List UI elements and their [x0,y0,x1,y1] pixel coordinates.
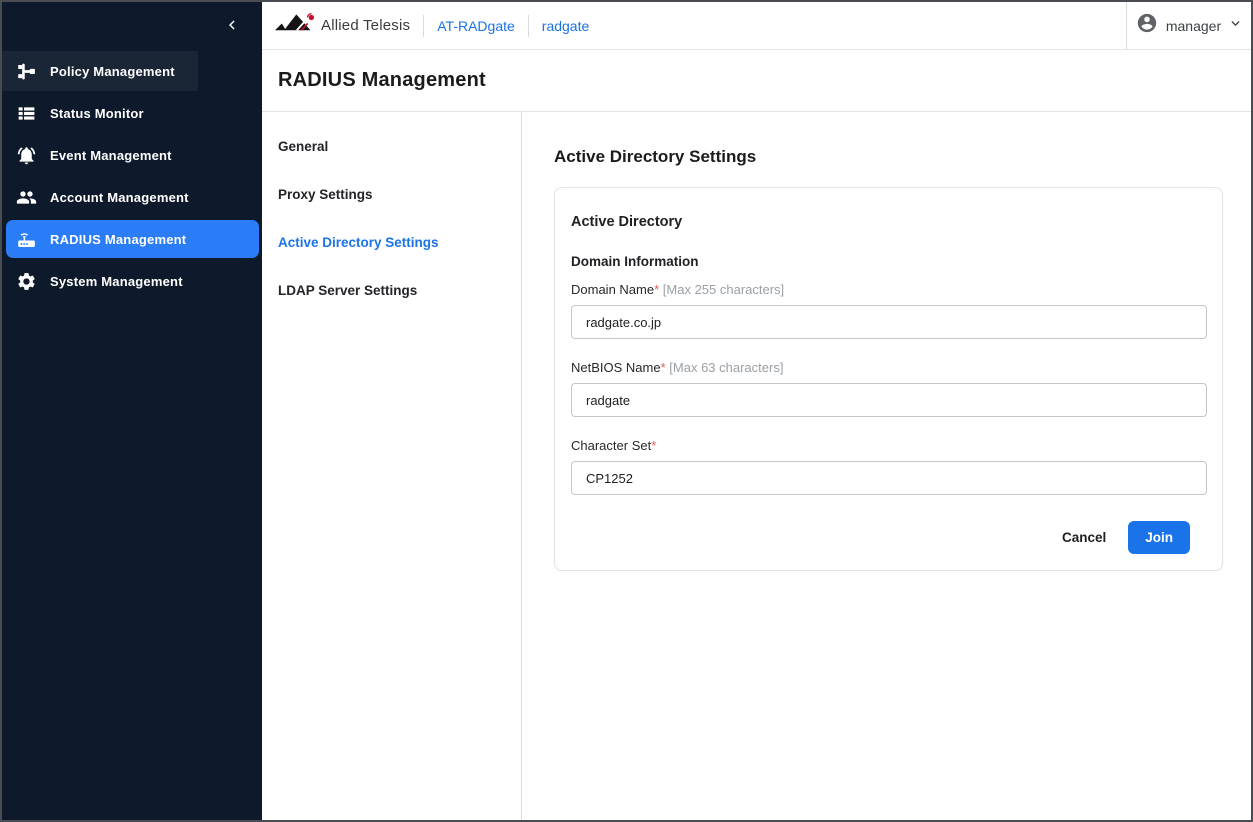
user-name: manager [1166,18,1221,34]
router-icon [16,229,37,250]
sidebar-nav: Policy Management Status Monitor Event M… [2,50,262,302]
sidebar-item-label: Account Management [50,190,189,205]
chevron-left-icon [223,16,241,37]
breadcrumb-link-at-radgate[interactable]: AT-RADgate [437,18,515,34]
netbios-name-field-group: NetBIOS Name* [Max 63 characters] [571,360,1206,417]
netbios-name-label: NetBIOS Name [571,360,661,375]
bell-icon [16,145,37,166]
sidebar: Policy Management Status Monitor Event M… [2,2,262,820]
field-hint: [Max 63 characters] [669,360,783,375]
subnav-item-general[interactable]: General [262,122,521,170]
sidebar-item-label: Status Monitor [50,106,144,121]
field-label: Character Set* [571,438,1206,453]
page-title-bar: RADIUS Management [262,50,1251,112]
breadcrumb-link-radgate[interactable]: radgate [542,18,589,34]
sidebar-item-event-management[interactable]: Event Management [2,134,262,176]
sidebar-item-label: Policy Management [50,64,175,79]
main-area: Allied Telesis AT-RADgate radgate manage… [262,2,1251,820]
breadcrumb-separator [528,15,529,37]
list-icon [16,103,37,124]
card-title: Active Directory [571,214,1206,230]
sidebar-header [2,2,262,50]
field-hint: [Max 255 characters] [663,282,784,297]
subnav-item-proxy-settings[interactable]: Proxy Settings [262,170,521,218]
sidebar-item-status-monitor[interactable]: Status Monitor [2,92,262,134]
sidebar-item-policy-management[interactable]: Policy Management [2,50,262,92]
character-set-input[interactable] [571,461,1207,495]
sidebar-item-label: RADIUS Management [50,232,186,247]
policy-tree-icon [16,61,37,82]
allied-telesis-logo-icon [275,10,315,41]
page-title: RADIUS Management [278,69,486,92]
top-header: Allied Telesis AT-RADgate radgate manage… [262,2,1251,50]
sidebar-item-label: System Management [50,274,183,289]
people-icon [16,187,37,208]
card-actions: Cancel Join [571,521,1206,554]
settings-content: Active Directory Settings Active Directo… [522,112,1251,820]
join-button[interactable]: Join [1128,521,1190,554]
content-row: General Proxy Settings Active Directory … [262,112,1251,820]
breadcrumb-separator [423,15,424,37]
required-asterisk: * [651,438,656,453]
domain-name-field-group: Domain Name* [Max 255 characters] [571,282,1206,339]
user-avatar-icon [1136,12,1158,39]
content-heading: Active Directory Settings [554,147,1251,167]
cancel-button[interactable]: Cancel [1048,522,1120,553]
subnav-item-ldap-server-settings[interactable]: LDAP Server Settings [262,266,521,314]
field-label: NetBIOS Name* [Max 63 characters] [571,360,1206,375]
active-directory-card: Active Directory Domain Information Doma… [554,187,1223,571]
section-title: Domain Information [571,254,1206,269]
domain-name-label: Domain Name [571,282,654,297]
app-window: Policy Management Status Monitor Event M… [0,0,1253,822]
gear-icon [16,271,37,292]
subnav-item-active-directory-settings[interactable]: Active Directory Settings [262,218,521,266]
brand-name: Allied Telesis [321,17,410,34]
settings-subnav: General Proxy Settings Active Directory … [262,112,522,820]
brand-logo[interactable]: Allied Telesis [262,10,410,41]
chevron-down-icon [1229,17,1242,35]
required-asterisk: * [654,282,659,297]
required-asterisk: * [661,360,666,375]
sidebar-item-label: Event Management [50,148,172,163]
netbios-name-input[interactable] [571,383,1207,417]
character-set-label: Character Set [571,438,651,453]
field-label: Domain Name* [Max 255 characters] [571,282,1206,297]
domain-name-input[interactable] [571,305,1207,339]
character-set-field-group: Character Set* [571,438,1206,495]
sidebar-collapse-button[interactable] [218,12,246,40]
sidebar-item-system-management[interactable]: System Management [2,260,262,302]
user-menu[interactable]: manager [1126,2,1251,50]
sidebar-item-radius-management[interactable]: RADIUS Management [2,218,262,260]
sidebar-item-account-management[interactable]: Account Management [2,176,262,218]
